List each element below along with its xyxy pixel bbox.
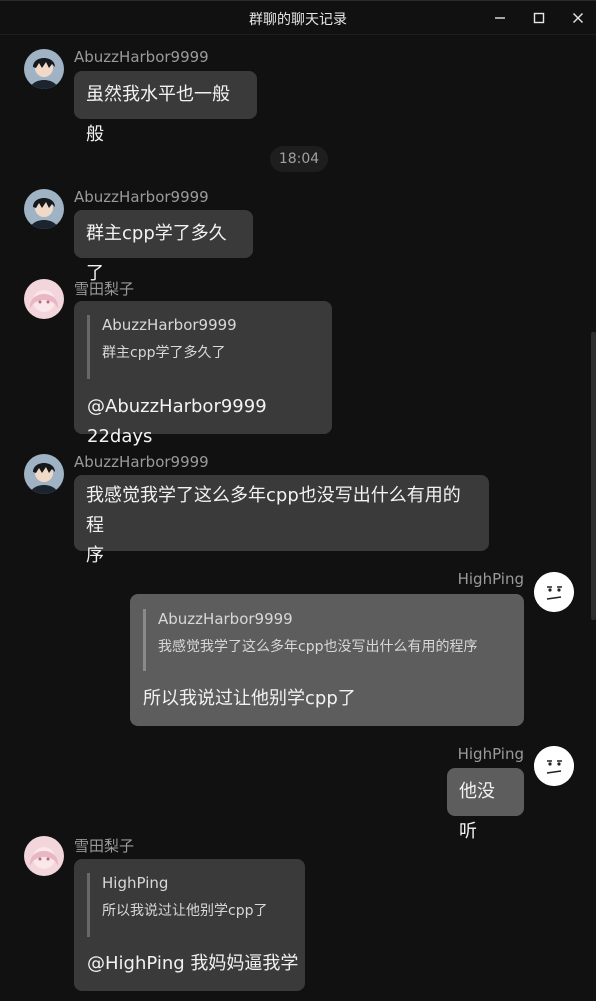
- sender-name: AbuzzHarbor9999: [74, 188, 209, 206]
- message-bubble[interactable]: 群主cpp学了多久了: [74, 210, 253, 284]
- reply-quote[interactable]: AbuzzHarbor9999 群主cpp学了多久了: [87, 315, 237, 379]
- title-bar: 群聊的聊天记录: [0, 0, 596, 35]
- message-text: @HighPing 我妈妈逼我学: [87, 953, 299, 974]
- quote-text: 我感觉我学了这么多年cpp也没写出什么有用的程序: [158, 639, 478, 655]
- message-text-line: 我感觉我学了这么多年cpp也没写出什么有用的程: [86, 485, 461, 536]
- close-button[interactable]: [566, 7, 590, 29]
- sender-name: 雪田梨子: [74, 837, 135, 855]
- message-bubble[interactable]: AbuzzHarbor9999 群主cpp学了多久了 @AbuzzHarbor9…: [74, 301, 332, 447]
- avatar-highping[interactable]: [534, 572, 574, 612]
- timestamp: 18:04: [270, 146, 328, 172]
- minimize-icon: [495, 17, 505, 19]
- avatar-highping[interactable]: [534, 746, 574, 786]
- message-text: 群主cpp学了多久了: [86, 223, 227, 284]
- avatar-xuetianlizi[interactable]: [24, 279, 64, 319]
- message-text-line: 序: [86, 545, 104, 566]
- sender-name: 雪田梨子: [74, 280, 135, 298]
- quote-sender: AbuzzHarbor9999: [102, 316, 237, 334]
- message-bubble[interactable]: 我感觉我学了这么多年cpp也没写出什么有用的程 序: [74, 475, 489, 566]
- avatar-abuzzharbor[interactable]: [24, 189, 64, 229]
- sender-name: HighPing: [457, 745, 524, 763]
- close-icon: [573, 13, 583, 23]
- sender-name: AbuzzHarbor9999: [74, 453, 209, 471]
- quote-text: 所以我说过让他别学cpp了: [102, 903, 268, 919]
- quote-sender: AbuzzHarbor9999: [158, 610, 293, 628]
- message-bubble[interactable]: AbuzzHarbor9999 我感觉我学了这么多年cpp也没写出什么有用的程序…: [130, 594, 524, 726]
- maximize-icon: [533, 12, 545, 24]
- message-text: @AbuzzHarbor9999 22days: [87, 396, 267, 447]
- sender-name: HighPing: [457, 570, 524, 588]
- message-text: 他没听: [459, 781, 495, 842]
- avatar-abuzzharbor[interactable]: [24, 49, 64, 89]
- reply-quote[interactable]: AbuzzHarbor9999 我感觉我学了这么多年cpp也没写出什么有用的程序: [143, 609, 477, 671]
- quote-sender: HighPing: [102, 874, 169, 892]
- scrollbar[interactable]: [591, 332, 596, 620]
- message-bubble[interactable]: 他没听: [447, 768, 524, 842]
- quote-text: 群主cpp学了多久了: [102, 345, 226, 361]
- minimize-button[interactable]: [488, 7, 512, 29]
- message-text: 所以我说过让他别学cpp了: [143, 688, 356, 709]
- avatar-xuetianlizi[interactable]: [24, 836, 64, 876]
- chat-history[interactable]: AbuzzHarbor9999 虽然我水平也一般般 18:04 AbuzzHar…: [0, 35, 596, 1001]
- sender-name: AbuzzHarbor9999: [74, 48, 209, 66]
- avatar-abuzzharbor[interactable]: [24, 454, 64, 494]
- message-bubble[interactable]: 虽然我水平也一般般: [74, 71, 257, 145]
- message-text: 虽然我水平也一般般: [86, 84, 230, 145]
- maximize-button[interactable]: [527, 7, 551, 29]
- reply-quote[interactable]: HighPing 所以我说过让他别学cpp了: [87, 873, 267, 937]
- message-bubble[interactable]: HighPing 所以我说过让他别学cpp了 @HighPing 我妈妈逼我学: [74, 859, 305, 991]
